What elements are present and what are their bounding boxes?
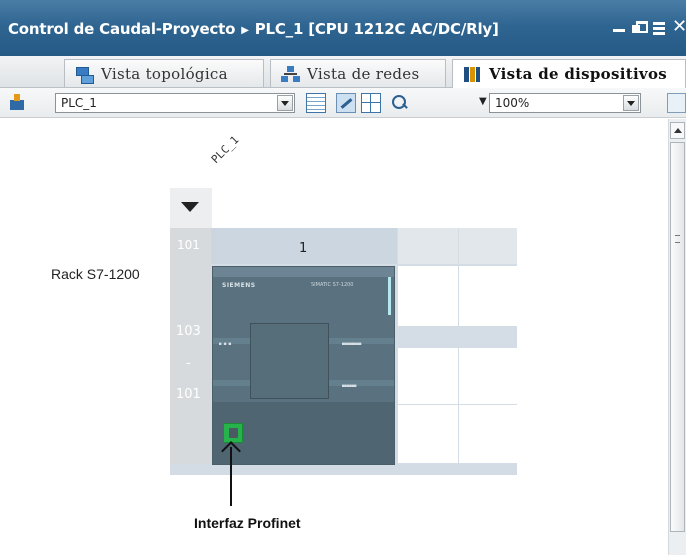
- device-view-toolbar: PLC_1 ▼ 100%: [0, 88, 686, 118]
- device-icon: [463, 65, 481, 83]
- zoom-value: 100%: [495, 96, 530, 110]
- zoom-dropdown-arrow-icon[interactable]: ▼: [479, 96, 487, 107]
- cpu-top-edge: [213, 267, 394, 277]
- minimize-icon[interactable]: [612, 18, 626, 36]
- add-device-icon[interactable]: [8, 94, 26, 112]
- scroll-thumb[interactable]: [670, 142, 685, 532]
- vertical-scrollbar[interactable]: [668, 119, 686, 555]
- chevron-down-icon[interactable]: [623, 95, 639, 111]
- topology-icon: [75, 65, 94, 84]
- close-icon[interactable]: ✕: [672, 18, 686, 36]
- empty-slot[interactable]: [459, 348, 517, 404]
- breadcrumb-arrow-icon: ▶: [241, 25, 249, 36]
- slot-3-header: [459, 228, 517, 264]
- window-title: Control de Caudal-Proyecto ▶ PLC_1 [CPU 12…: [8, 20, 499, 38]
- input-terminals: ■■■■■■■■: [342, 341, 362, 346]
- cpu-cover-panel: [250, 323, 329, 399]
- empty-slot[interactable]: [459, 405, 517, 463]
- slot-number-dash: -: [186, 356, 191, 371]
- cpu-brand: SIEMENS: [222, 282, 256, 289]
- network-icon: [281, 65, 299, 83]
- menu-icon[interactable]: [652, 18, 666, 36]
- cpu-model-label: SIMATIC S7-1200: [311, 282, 354, 288]
- zoom-select[interactable]: 100%: [489, 93, 641, 113]
- slot-number-column: [170, 228, 211, 475]
- rack-label: Rack S7-1200: [51, 266, 140, 282]
- title-bar: Control de Caudal-Proyecto ▶ PLC_1 [CPU 12…: [0, 0, 686, 56]
- window-controls: ✕: [612, 18, 686, 40]
- device-select-value: PLC_1: [61, 96, 97, 110]
- scroll-up-icon[interactable]: [670, 122, 685, 139]
- edit-mode-icon[interactable]: [336, 93, 356, 113]
- status-dots: ■ ■ ■: [219, 341, 232, 346]
- overview-icon[interactable]: [667, 93, 686, 113]
- grid-icon[interactable]: [361, 93, 381, 113]
- device-select[interactable]: PLC_1: [55, 93, 295, 113]
- tab-topology-view[interactable]: Vista topológica: [64, 59, 264, 87]
- title-project: Control de Caudal-Proyecto: [8, 20, 236, 38]
- empty-slot[interactable]: [459, 266, 517, 326]
- pointer-line: [230, 447, 232, 506]
- chevron-down-icon[interactable]: [277, 95, 293, 111]
- tab-label: Vista de dispositivos: [489, 65, 668, 83]
- tab-device-view[interactable]: Vista de dispositivos: [452, 59, 686, 88]
- empty-slot[interactable]: [398, 348, 458, 404]
- empty-slot[interactable]: [398, 266, 458, 326]
- cpu-module[interactable]: SIEMENS SIMATIC S7-1200 ■ ■ ■ ■■■■■■■■ ■…: [212, 266, 395, 465]
- rack-bottom-rail: [170, 464, 517, 475]
- profinet-annotation: Interfaz Profinet: [194, 515, 301, 531]
- profinet-port-icon[interactable]: [223, 423, 243, 443]
- zoom-icon[interactable]: [391, 94, 411, 114]
- status-led-strip: [388, 277, 391, 315]
- collapse-rack-button[interactable]: [170, 188, 212, 228]
- slot-2-header: [398, 228, 458, 264]
- slot-header-101: 101: [177, 238, 200, 252]
- slot-number-101: 101: [176, 387, 201, 402]
- view-tab-bar: Vista topológica Vista de redes Vista de…: [0, 56, 686, 88]
- tab-label: Vista topológica: [101, 64, 228, 83]
- slot-1-header: 1: [211, 228, 397, 264]
- table-view-icon[interactable]: [306, 93, 326, 113]
- slot-number-103: 103: [176, 324, 201, 339]
- tab-label: Vista de redes: [307, 64, 420, 83]
- title-device: PLC_1 [CPU 1212C AC/DC/Rly]: [254, 20, 499, 38]
- empty-slot[interactable]: [398, 405, 458, 463]
- tab-network-view[interactable]: Vista de redes: [270, 59, 446, 87]
- slot-1-label: 1: [299, 241, 308, 256]
- restore-icon[interactable]: [632, 18, 648, 36]
- output-terminals: ■■■■■■: [342, 383, 357, 388]
